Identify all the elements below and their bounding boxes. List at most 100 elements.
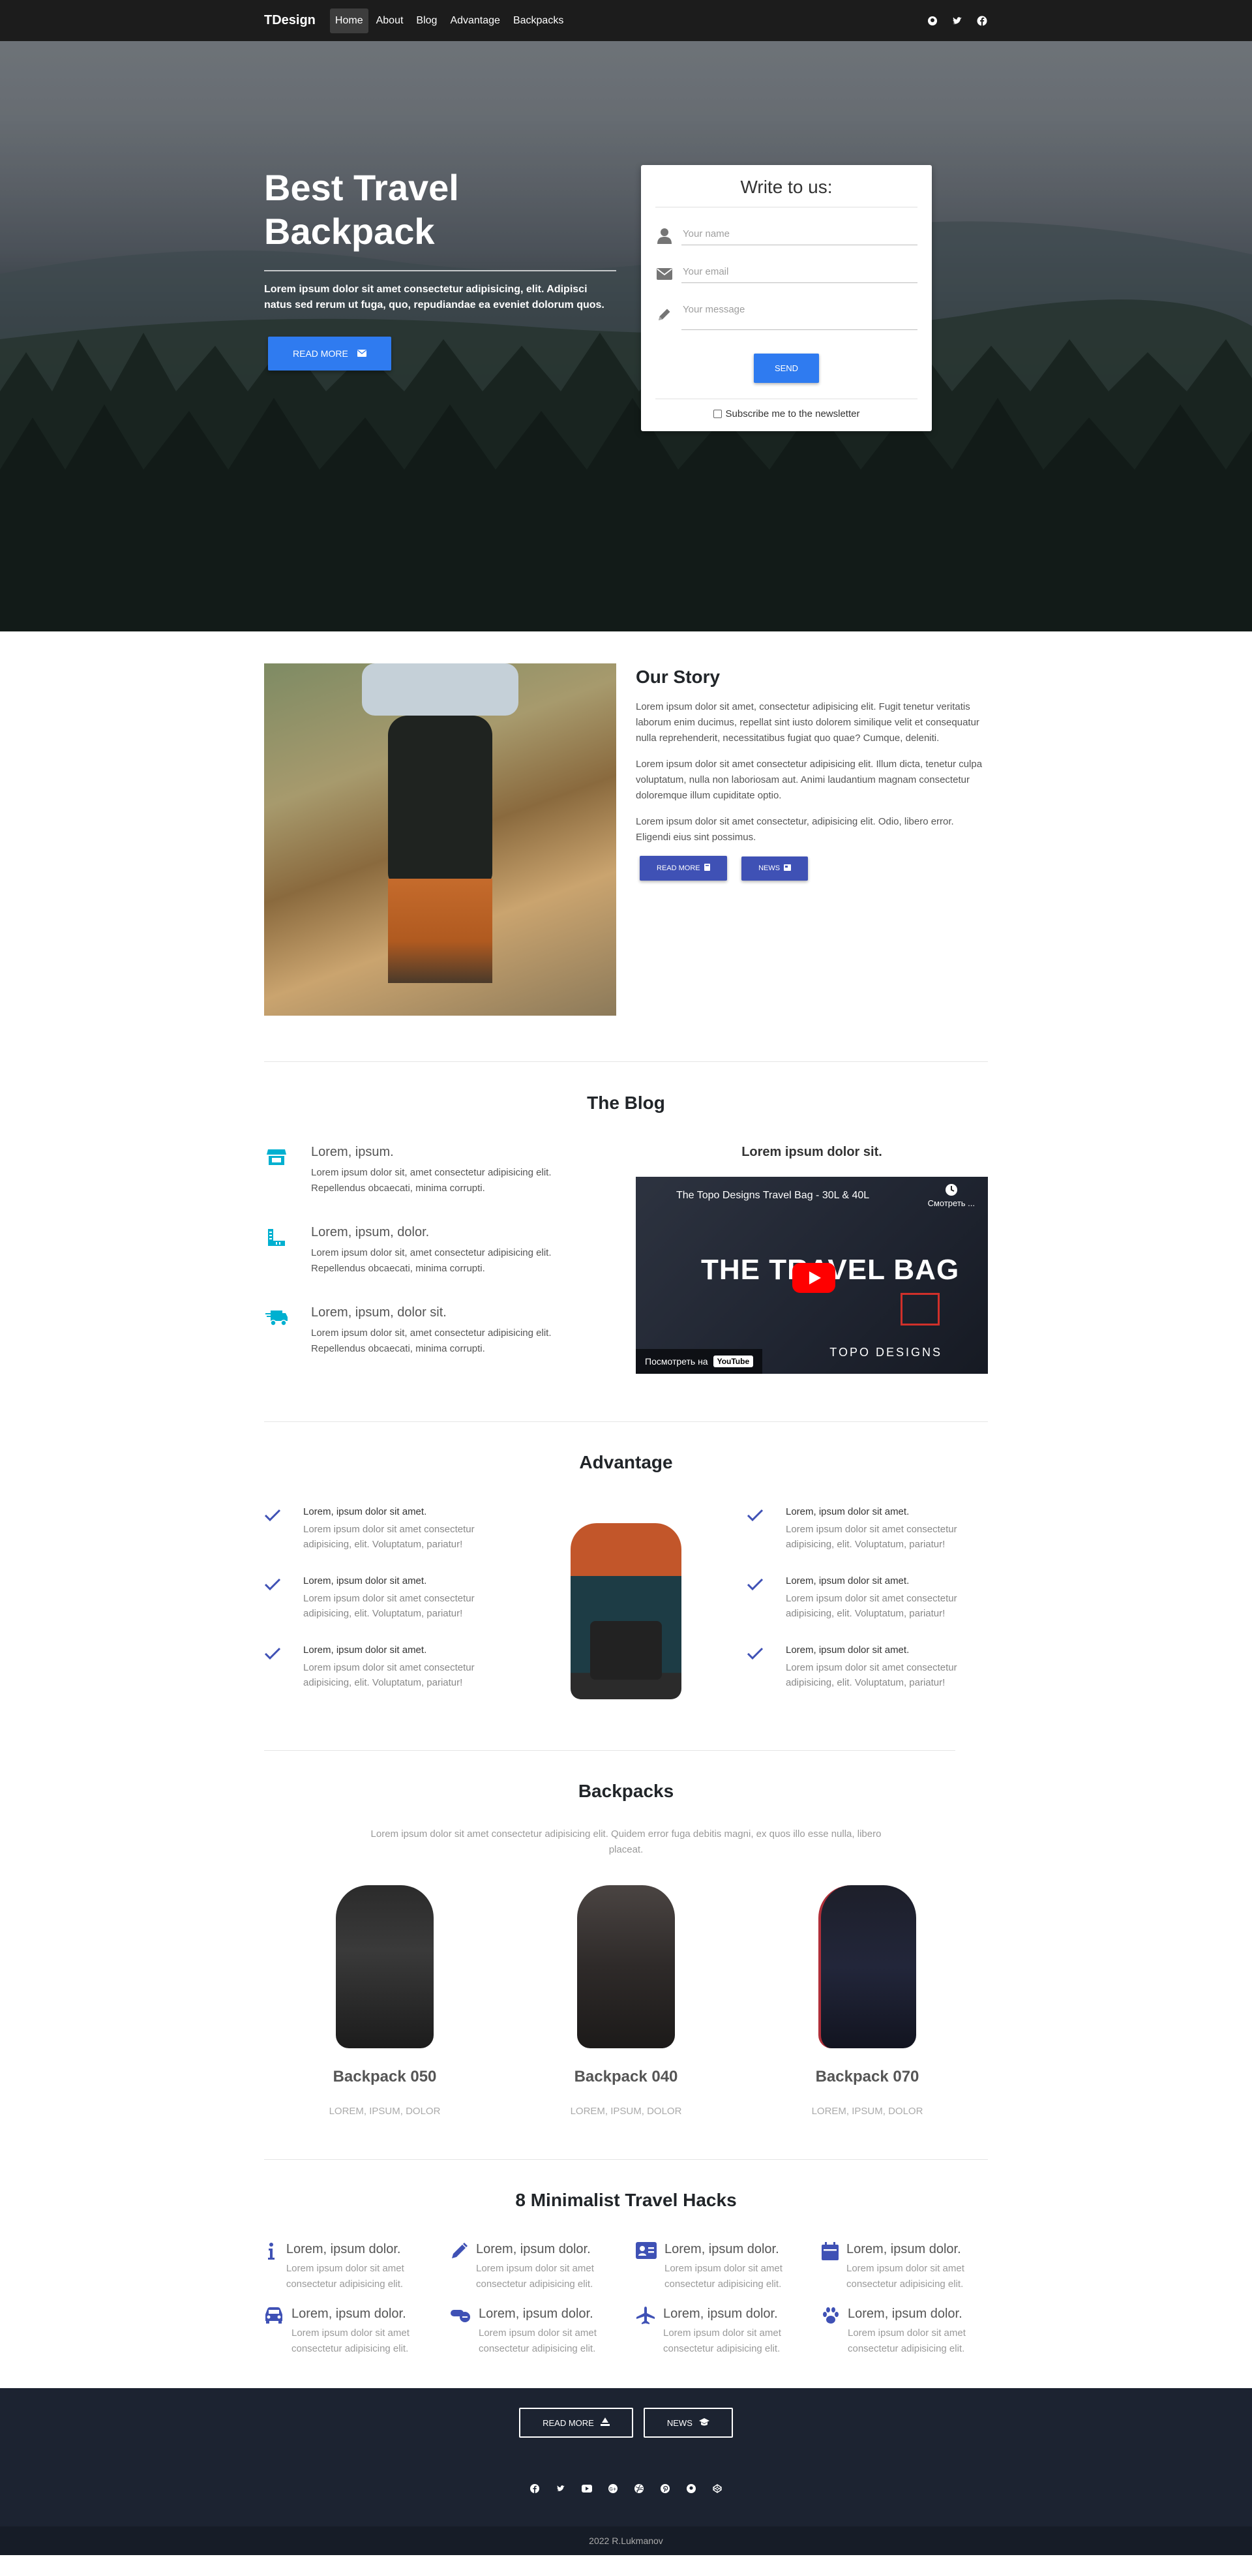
message-textarea[interactable]: Your message xyxy=(681,300,917,330)
advantage-backpack xyxy=(571,1523,681,1699)
advantage-item: Lorem, ipsum dolor sit amet. Lorem ipsum … xyxy=(747,1575,988,1621)
hacks-section: 8 Minimalist Travel Hacks Lorem, ipsum d… xyxy=(0,2190,1252,2357)
google-plus-icon[interactable]: G+ xyxy=(608,2483,618,2494)
advantage-item-text: Lorem ipsum dolor sit amet consectetur a… xyxy=(303,1662,475,1688)
email-field: Your email xyxy=(655,262,917,283)
hack-item: Lorem, ipsum dolor. Lorem ipsum dolor sit… xyxy=(264,2242,430,2292)
id-card-icon xyxy=(636,2242,657,2292)
hack-text: Lorem ipsum dolor sit amet consectetur a… xyxy=(479,2327,597,2354)
product-name: Backpack 040 xyxy=(574,2068,678,2085)
facebook-icon[interactable] xyxy=(529,2483,540,2494)
nav-link-home[interactable]: Home xyxy=(329,8,368,33)
hacks-title: 8 Minimalist Travel Hacks xyxy=(515,2190,737,2210)
hack-item: Lorem, ipsum dolor. Lorem ipsum dolor sit… xyxy=(822,2242,988,2292)
subscribe-checkbox[interactable] xyxy=(713,410,722,418)
pencil-icon xyxy=(655,305,674,324)
brand-logo[interactable]: TDesign xyxy=(264,13,316,28)
story-paragraph: Lorem ipsum dolor sit amet consectetur a… xyxy=(636,759,983,801)
footer-news-button[interactable]: News xyxy=(643,2408,733,2438)
name-field: Your name xyxy=(655,224,917,245)
youtube-video-embed[interactable]: The Topo Designs Travel Bag - 30L & 40L … xyxy=(636,1177,988,1374)
hero-subtitle: Lorem ipsum dolor sit amet consectetur a… xyxy=(264,284,604,311)
hack-item: Lorem, ipsum dolor. Lorem ipsum dolor sit… xyxy=(636,2242,802,2292)
hack-title: Lorem, ipsum dolor. xyxy=(476,2242,591,2256)
advantage-item-title: Lorem, ipsum dolor sit amet. xyxy=(303,1506,427,1517)
pinterest-icon[interactable] xyxy=(660,2483,670,2494)
advantage-item-text: Lorem ipsum dolor sit amet consectetur a… xyxy=(303,1593,475,1619)
backpacks-section: Backpacks Lorem ipsum dolor sit amet con… xyxy=(0,1781,1252,2117)
hack-title: Lorem, ipsum dolor. xyxy=(848,2307,962,2321)
footer-read-more-button[interactable]: Read more xyxy=(519,2408,633,2438)
video-title: The Topo Designs Travel Bag - 30L & 40L xyxy=(676,1190,870,1201)
twitter-icon[interactable] xyxy=(951,15,963,27)
hero-section: Best Travel Backpack Lorem ipsum dolor s… xyxy=(0,0,1252,631)
section-divider xyxy=(264,2159,988,2160)
product-image xyxy=(561,1879,691,2055)
watch-on-youtube[interactable]: Посмотреть на YouTube xyxy=(636,1349,763,1374)
email-input[interactable]: Your email xyxy=(681,262,917,283)
advantage-item-text: Lorem ipsum dolor sit amet consectetur a… xyxy=(303,1524,475,1550)
hero-read-more-button[interactable]: Read more xyxy=(268,337,391,371)
facebook-icon[interactable] xyxy=(976,15,988,27)
hack-text: Lorem ipsum dolor sit amet consectetur a… xyxy=(663,2327,781,2354)
hack-title: Lorem, ipsum dolor. xyxy=(664,2242,779,2256)
blog-title: The Blog xyxy=(587,1093,665,1113)
newspaper-icon xyxy=(784,864,792,873)
hack-text: Lorem ipsum dolor sit amet consectetur a… xyxy=(846,2263,964,2290)
contact-form-card: Write to us: Your name Your email Your m… xyxy=(641,165,932,431)
dribbble-icon[interactable] xyxy=(634,2483,644,2494)
nav-social-icons xyxy=(927,15,988,27)
nav-link-blog[interactable]: Blog xyxy=(411,8,442,33)
hack-text: Lorem ipsum dolor sit amet consectetur a… xyxy=(664,2263,782,2290)
book-icon xyxy=(704,864,710,873)
advantage-section: Advantage Lorem, ipsum dolor sit amet. Lo… xyxy=(0,1452,1252,1714)
story-read-more-button[interactable]: Read more xyxy=(640,856,727,881)
advantage-item: Lorem, ipsum dolor sit amet. Lorem ipsum … xyxy=(264,1575,505,1621)
copyright: 2022 R.Lukmanov xyxy=(0,2526,1252,2555)
blog-item-title: Lorem, ipsum. xyxy=(311,1145,394,1159)
message-field: Your message xyxy=(655,300,917,330)
codepen-icon[interactable] xyxy=(712,2483,723,2494)
check-icon xyxy=(747,1644,764,1690)
advantage-item-text: Lorem ipsum dolor sit amet consectetur a… xyxy=(786,1593,957,1619)
advantage-item-text: Lorem ipsum dolor sit amet consectetur a… xyxy=(786,1524,957,1550)
nav-link-backpacks[interactable]: Backpacks xyxy=(508,8,569,33)
user-icon xyxy=(655,227,674,245)
advantage-item-title: Lorem, ipsum dolor sit amet. xyxy=(786,1644,910,1656)
send-wrap: Send xyxy=(655,354,917,399)
pencil-icon xyxy=(450,2242,468,2292)
play-icon[interactable] xyxy=(792,1263,835,1293)
hack-item: Lorem, ipsum dolor. Lorem ipsum dolor sit… xyxy=(450,2242,616,2292)
truck-icon xyxy=(264,1305,289,1330)
video-watch-later[interactable]: Смотреть ... xyxy=(928,1183,975,1208)
product-card[interactable]: Backpack 070 Lorem, ipsum, dolor xyxy=(747,1879,988,2117)
info-icon xyxy=(264,2242,278,2292)
product-card[interactable]: Backpack 050 Lorem, ipsum, dolor xyxy=(264,1879,505,2117)
story-title: Our Story xyxy=(636,667,721,687)
blog-list: Lorem, ipsum. Lorem ipsum dolor sit, ame… xyxy=(264,1145,636,1386)
story-paragraph: Lorem ipsum dolor sit amet consectetur, … xyxy=(636,816,954,843)
story-news-button[interactable]: News xyxy=(741,856,809,881)
check-icon xyxy=(264,1644,281,1690)
send-button[interactable]: Send xyxy=(753,354,820,383)
nav-link-about[interactable]: About xyxy=(371,8,409,33)
product-image xyxy=(320,1879,450,2055)
advantage-item-title: Lorem, ipsum dolor sit amet. xyxy=(786,1575,910,1586)
github-icon[interactable] xyxy=(927,15,938,27)
hack-text: Lorem ipsum dolor sit amet consectetur a… xyxy=(476,2263,594,2290)
footer: Read more News G+ 2022 R.Lukmanov xyxy=(0,2388,1252,2555)
nav-link-advantage[interactable]: Advantage xyxy=(445,8,505,33)
product-image xyxy=(802,1879,932,2055)
download-icon xyxy=(600,2417,610,2428)
advantage-right-column: Lorem, ipsum dolor sit amet. Lorem ipsum … xyxy=(747,1506,988,1714)
product-card[interactable]: Backpack 040 Lorem, ipsum, dolor xyxy=(505,1879,747,2117)
twitter-icon[interactable] xyxy=(556,2483,566,2494)
hack-item: Lorem, ipsum dolor. Lorem ipsum dolor sit… xyxy=(264,2307,430,2357)
contact-form-title: Write to us: xyxy=(655,177,917,207)
name-input[interactable]: Your name xyxy=(681,224,917,245)
github-icon[interactable] xyxy=(686,2483,696,2494)
pills-icon xyxy=(450,2307,471,2357)
footer-buttons: Read more News xyxy=(0,2388,1252,2438)
youtube-icon[interactable] xyxy=(582,2483,592,2494)
topo-logo-mark xyxy=(901,1293,940,1326)
